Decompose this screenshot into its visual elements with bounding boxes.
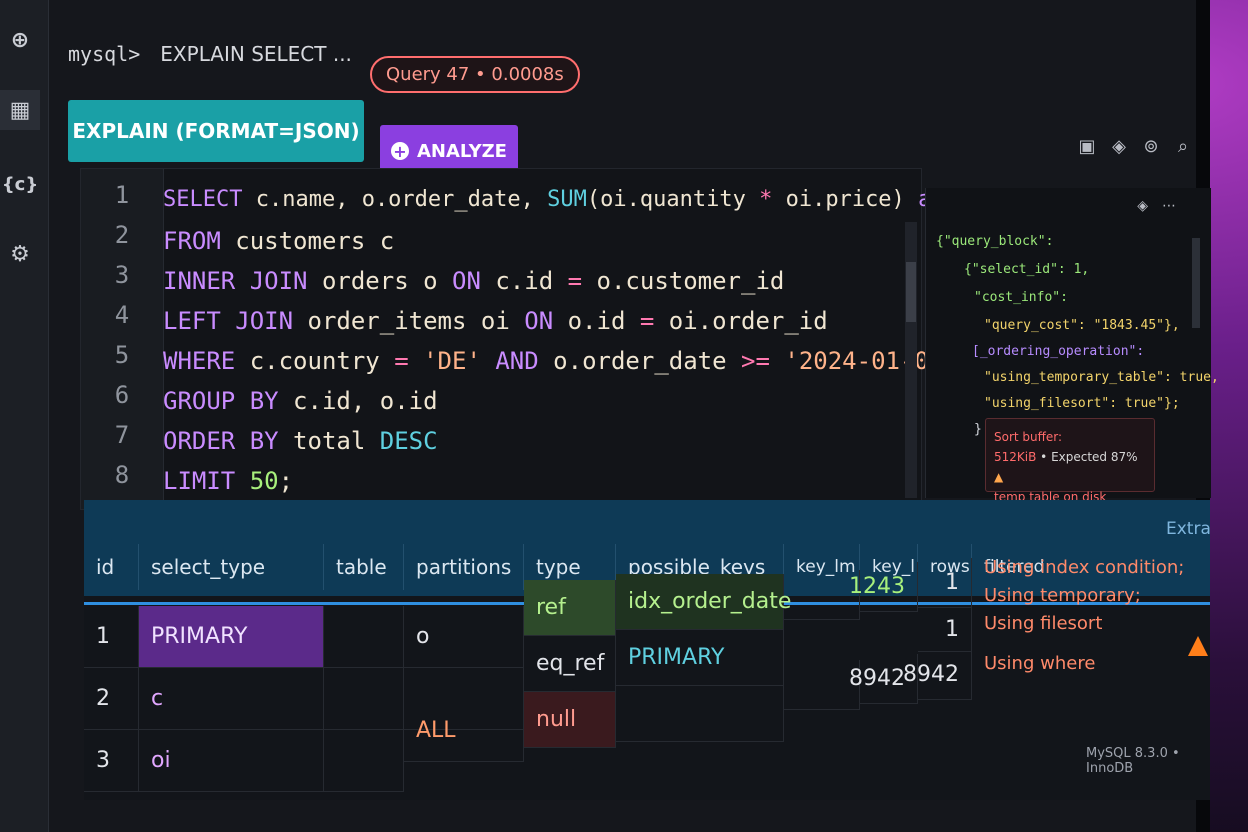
row-1-type: ref: [524, 580, 616, 636]
json-line: {"select_id": 1,: [964, 262, 1090, 277]
json-line: }: [974, 422, 982, 437]
code-line-5: WHERE c.country = 'DE' AND o.order_date …: [163, 347, 958, 375]
header-partitions[interactable]: partitions: [404, 544, 524, 590]
line-number: 6: [114, 381, 130, 409]
more-icon[interactable]: ⋯: [1162, 198, 1176, 214]
row-1-rows: 1: [918, 558, 972, 608]
zoom-icon[interactable]: ⊚: [1140, 136, 1162, 157]
header-table[interactable]: table: [324, 544, 404, 590]
line-number: 8: [114, 461, 130, 489]
json-line: "using_temporary_table": true,: [984, 370, 1219, 385]
globe-icon[interactable]: ⊕: [0, 20, 40, 60]
extra-line: Using temporary;: [984, 585, 1141, 606]
row-3-type: null: [524, 692, 616, 748]
row-1-id: 1: [84, 606, 139, 668]
row-2-type: eq_ref: [524, 636, 616, 692]
header-extra[interactable]: Extra: [1154, 506, 1211, 552]
tooltip-size: 512KiB: [994, 450, 1037, 464]
row-3-possible-keys: [616, 686, 784, 742]
results-grid: id select_type table partitions type pos…: [84, 500, 1211, 800]
gear-icon[interactable]: ⚙: [0, 234, 40, 274]
settings-icon[interactable]: ◈: [1108, 136, 1130, 157]
extra-line: Using where: [984, 653, 1096, 674]
row-1-extra: Using index condition; Using temporary; …: [984, 554, 1204, 638]
header-id[interactable]: id: [84, 544, 139, 590]
code-line-3: INNER JOIN orders o ON c.id = o.customer…: [163, 267, 785, 295]
json-line: "using_filesort": true"};: [984, 396, 1180, 411]
row-3-partitions: ALL: [404, 700, 524, 762]
tooltip-expected: • Expected 87%: [1040, 450, 1138, 464]
row-1-table: [324, 606, 404, 668]
analyze-label: ANALYZE: [417, 140, 507, 162]
warning-icon: ▲: [994, 470, 1004, 484]
tooltip-title: Sort buffer:: [994, 430, 1063, 444]
code-icon[interactable]: {c}: [0, 164, 40, 204]
prompt-label: mysql>: [68, 42, 141, 66]
json-line: "query_cost": "1843.45"},: [984, 318, 1180, 333]
command-text: EXPLAIN SELECT ...: [160, 42, 352, 66]
code-line-4: LEFT JOIN order_items oi ON o.id = oi.or…: [163, 307, 828, 335]
row-2-rows: 8942: [903, 650, 972, 700]
code-line-7: ORDER BY total DESC: [163, 427, 438, 455]
code-line-1: SELECT c.name, o.order_date, SUM(oi.quan…: [163, 187, 1024, 212]
explain-button[interactable]: EXPLAIN (FORMAT=JSON): [68, 100, 364, 162]
editor-scrollbar[interactable]: [905, 222, 917, 498]
code-line-8: LIMIT 50;: [163, 467, 294, 495]
row-3-id: 3: [84, 730, 139, 792]
json-panel-icons: ◈ ⋯: [1137, 198, 1176, 214]
header-select-type[interactable]: select_type: [139, 544, 324, 590]
command-prompt: mysql> EXPLAIN SELECT ...: [68, 42, 352, 66]
json-line: {"query_block":: [936, 234, 1054, 249]
json-line: "cost_info":: [974, 290, 1068, 305]
line-number: 4: [114, 301, 130, 329]
row-3-table: [324, 730, 404, 792]
row-2-id: 2: [84, 668, 139, 730]
sort-buffer-tooltip: Sort buffer: 512KiB • Expected 87% ▲ tem…: [985, 418, 1155, 504]
row-1-select-type: PRIMARY: [139, 606, 324, 668]
query-badge: Query 47 • 0.0008s: [370, 56, 580, 93]
code-line-6: GROUP BY c.id, o.id: [163, 387, 438, 415]
row-1-partitions: o: [404, 606, 524, 668]
line-number: 1: [114, 181, 130, 209]
line-gutter: 1 2 3 4 5 6 7 8: [81, 169, 164, 509]
tooltip-detail: 512KiB • Expected 87% ▲: [994, 447, 1146, 487]
code-line-2: FROM customers c: [163, 227, 395, 255]
warning-icon: [1188, 636, 1208, 656]
plus-icon: +: [391, 142, 409, 161]
row-2-extra: Using where: [984, 650, 1204, 678]
line-number: 7: [114, 421, 130, 449]
status-footer: MySQL 8.3.0 • InnoDB: [1086, 746, 1180, 776]
line-number: 3: [114, 261, 130, 289]
row-1-key-l: 1243: [849, 562, 918, 612]
screen: ⊕ ▦ {c} ⚙ mysql> EXPLAIN SELECT ... Quer…: [0, 0, 1219, 832]
settings-icon[interactable]: ◈: [1137, 198, 1148, 214]
line-number: 5: [114, 341, 130, 369]
search-icon[interactable]: ⌕: [1172, 136, 1194, 157]
left-rail: ⊕ ▦ {c} ⚙: [0, 0, 49, 832]
grid-icon[interactable]: ▦: [0, 90, 40, 130]
extra-line: Using index condition;: [984, 557, 1185, 578]
row-1-possible-keys: idx_order_date: [616, 574, 791, 630]
save-icon[interactable]: ▣: [1076, 136, 1098, 157]
json-scrollbar[interactable]: [1192, 238, 1200, 328]
sql-editor[interactable]: 1 2 3 4 5 6 7 8 SELECT c.name, o.order_d…: [80, 168, 1024, 510]
scroll-thumb[interactable]: [906, 262, 916, 322]
line-number: 2: [114, 221, 130, 249]
row-2-table: [324, 668, 404, 730]
row-3-select-type: oi: [139, 730, 324, 792]
json-line: [_ordering_operation":: [972, 344, 1145, 359]
row-1-rows-extra: 1: [918, 608, 972, 652]
row-2-select-type: c: [139, 668, 324, 730]
toolbar-icons: ▣ ◈ ⊚ ⌕: [1076, 136, 1194, 157]
topbar: mysql> EXPLAIN SELECT ... Query 47 • 0.0…: [60, 30, 1190, 100]
extra-line: Using filesort: [984, 613, 1103, 634]
row-2-possible-keys: PRIMARY: [616, 630, 784, 686]
